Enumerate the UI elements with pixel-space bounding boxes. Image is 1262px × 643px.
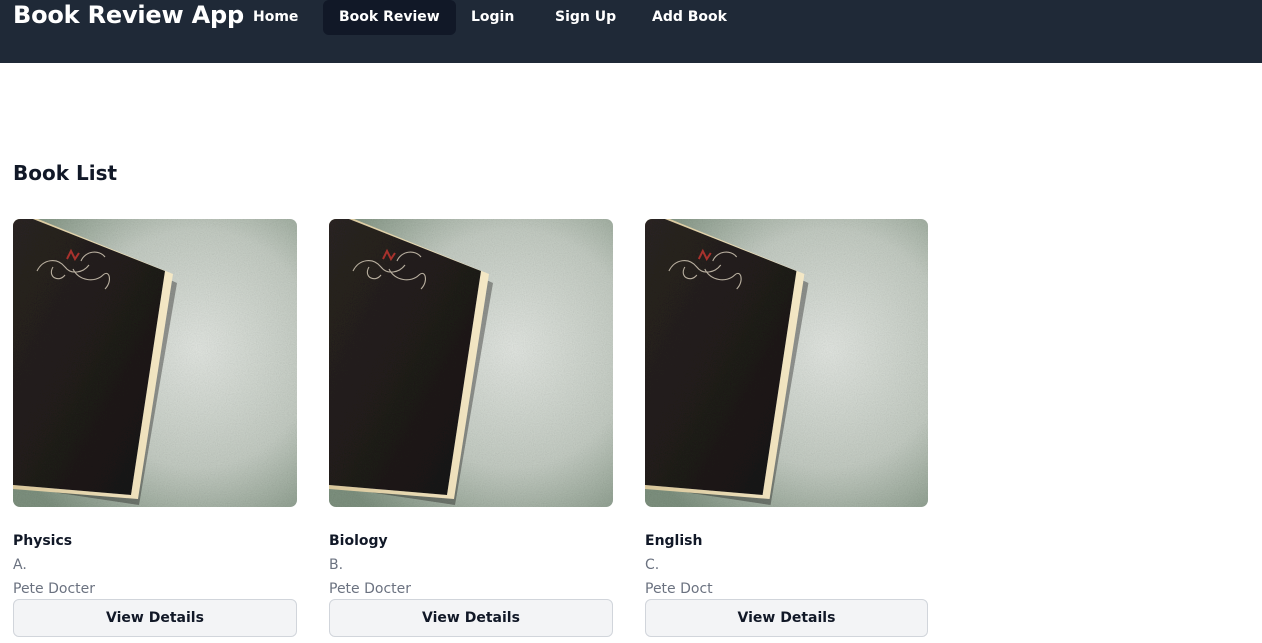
nav-link-add-book[interactable]: Add Book	[636, 0, 743, 35]
book-title: Physics	[13, 533, 73, 549]
book-card: English C. Pete Doct View Details	[645, 219, 928, 637]
view-details-button[interactable]: View Details	[645, 599, 928, 637]
top-navbar: Book Review App Home Book Review Login S…	[0, 0, 1262, 63]
book-author: Pete Docter	[329, 581, 412, 597]
book-subtitle: B.	[329, 557, 344, 573]
book-subtitle: C.	[645, 557, 660, 573]
nav-link-home[interactable]: Home	[237, 0, 314, 35]
book-subtitle: A.	[13, 557, 27, 573]
book-author: Pete Doct	[645, 581, 713, 597]
book-cover-image	[13, 219, 297, 507]
page-title: Book List	[13, 161, 118, 185]
book-title: Biology	[329, 533, 388, 549]
book-author: Pete Docter	[13, 581, 96, 597]
book-card: Physics A. Pete Docter View Details	[13, 219, 297, 637]
nav-link-sign-up[interactable]: Sign Up	[539, 0, 632, 35]
nav-link-login[interactable]: Login	[455, 0, 530, 35]
brand-title[interactable]: Book Review App	[13, 0, 244, 30]
book-title: English	[645, 533, 703, 549]
book-cover-image	[645, 219, 928, 507]
book-cover-image	[329, 219, 613, 507]
nav-link-book-review[interactable]: Book Review	[323, 0, 456, 35]
view-details-button[interactable]: View Details	[13, 599, 297, 637]
view-details-button[interactable]: View Details	[329, 599, 613, 637]
book-card: Biology B. Pete Docter View Details	[329, 219, 613, 637]
